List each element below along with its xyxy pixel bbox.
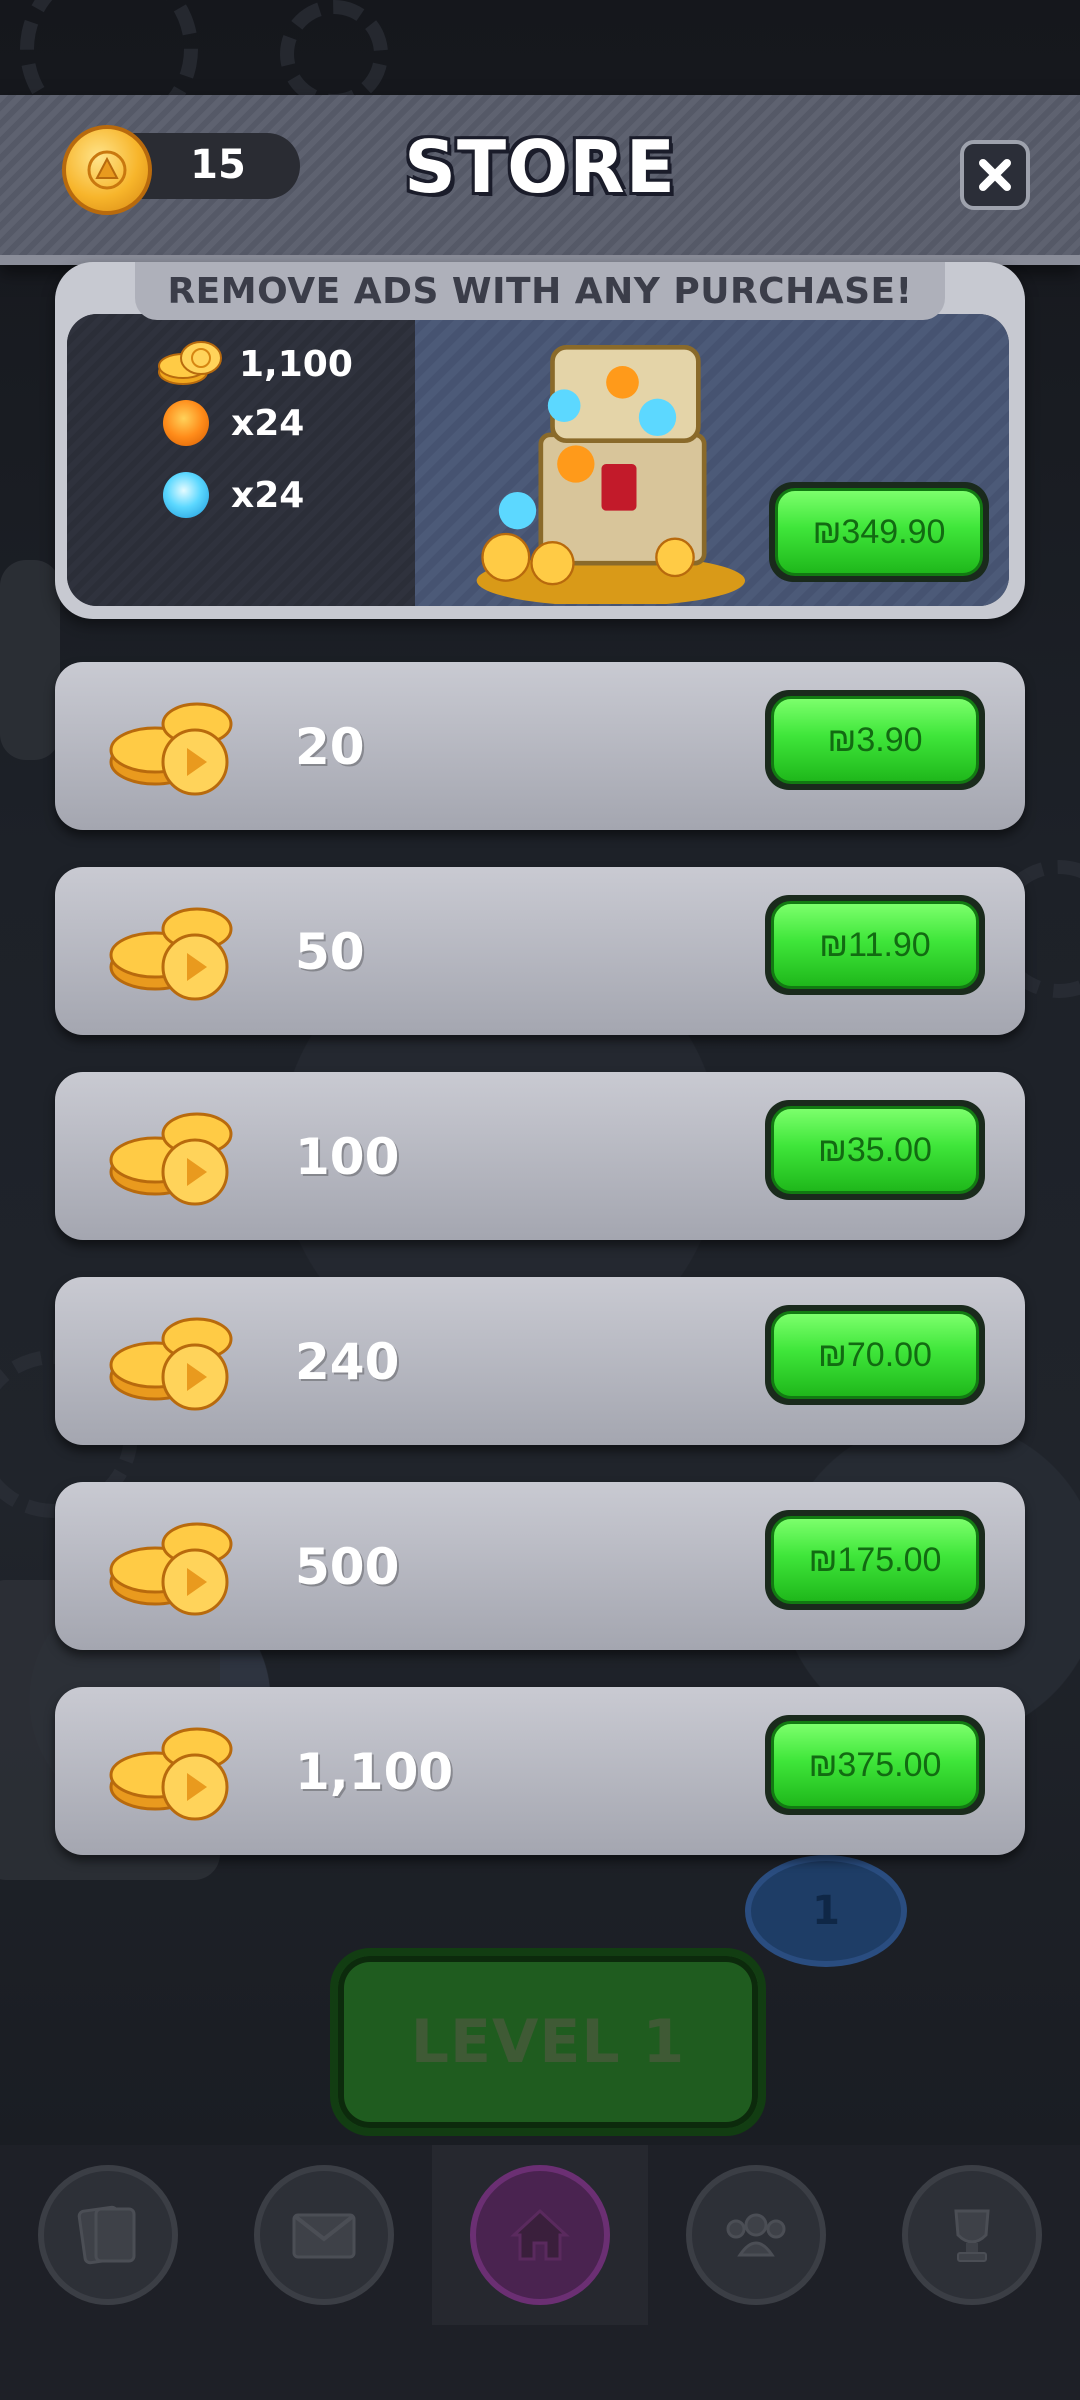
trophy-icon xyxy=(954,2209,990,2262)
bundle-item-ice-orbs: x24 xyxy=(163,472,304,518)
nav-trophy[interactable] xyxy=(864,2145,1080,2325)
coins-icon xyxy=(109,1317,233,1411)
coins-icon xyxy=(109,702,233,796)
gear-decoration xyxy=(280,0,388,108)
ice-orb-icon xyxy=(163,472,209,518)
coin-amount: 240 xyxy=(295,1333,400,1391)
fire-orb-icon xyxy=(163,400,209,446)
bundle-price-label: ₪349.90 xyxy=(775,488,983,576)
price-label: ₪375.00 xyxy=(771,1721,979,1809)
nav-team-circle xyxy=(686,2165,826,2305)
coins-icon xyxy=(109,1727,233,1821)
price-label: ₪70.00 xyxy=(771,1311,979,1399)
coin-amount: 1,100 xyxy=(295,1743,454,1801)
nav-mail[interactable] xyxy=(216,2145,432,2325)
bundle-offer-card[interactable]: 1,100 x24 x24 ₪349.90 REMOVE ADS WITH AN… xyxy=(55,262,1025,619)
home-icon xyxy=(510,2208,570,2261)
dice-decoration xyxy=(0,560,60,760)
coin-amount: 100 xyxy=(295,1128,400,1186)
coins-icon xyxy=(109,907,233,1001)
mail-icon xyxy=(292,2213,356,2259)
price-label: ₪11.90 xyxy=(771,901,979,989)
bundle-coins-value: 1,100 xyxy=(239,343,353,385)
coins-icon xyxy=(109,1112,233,1206)
close-button[interactable] xyxy=(960,140,1030,210)
team-icon xyxy=(726,2213,786,2257)
coin-offer-row[interactable]: 50 ₪11.90 xyxy=(55,867,1025,1035)
price-label: ₪175.00 xyxy=(771,1516,979,1604)
close-icon xyxy=(979,159,1011,191)
coin-offer-row[interactable]: 1,100 ₪375.00 xyxy=(55,1687,1025,1855)
buy-button[interactable]: ₪375.00 xyxy=(765,1715,985,1815)
bundle-fire-orbs-value: x24 xyxy=(231,402,305,444)
level-badge: 1 xyxy=(745,1855,907,1967)
price-label: ₪3.90 xyxy=(771,696,979,784)
bundle-content: 1,100 x24 x24 ₪349.90 xyxy=(67,314,1009,606)
bundle-item-coins: 1,100 xyxy=(155,336,353,392)
nav-mail-circle xyxy=(254,2165,394,2305)
nav-home-circle xyxy=(470,2165,610,2305)
coin-offer-row[interactable]: 500 ₪175.00 xyxy=(55,1482,1025,1650)
nav-team[interactable] xyxy=(648,2145,864,2325)
nav-cards[interactable] xyxy=(0,2145,216,2325)
nav-home[interactable] xyxy=(432,2145,648,2325)
bundle-ice-orbs-value: x24 xyxy=(231,474,305,516)
bundle-item-fire-orbs: x24 xyxy=(163,400,304,446)
treasure-chest-icon xyxy=(476,345,745,604)
bundle-contents-panel: 1,100 x24 x24 xyxy=(67,314,415,606)
coin-offer-row[interactable]: 240 ₪70.00 xyxy=(55,1277,1025,1445)
bottom-nav xyxy=(0,2145,1080,2400)
buy-button[interactable]: ₪70.00 xyxy=(765,1305,985,1405)
buy-button[interactable]: ₪11.90 xyxy=(765,895,985,995)
remove-ads-banner: REMOVE ADS WITH ANY PURCHASE! xyxy=(135,262,945,320)
level-button: LEVEL 1 xyxy=(330,1948,766,2136)
coin-amount: 500 xyxy=(295,1538,400,1596)
buy-button[interactable]: ₪3.90 xyxy=(765,690,985,790)
price-label: ₪35.00 xyxy=(771,1106,979,1194)
coin-amount: 20 xyxy=(295,718,365,776)
buy-button[interactable]: ₪175.00 xyxy=(765,1510,985,1610)
store-header: 15 STORE xyxy=(0,95,1080,265)
buy-button[interactable]: ₪35.00 xyxy=(765,1100,985,1200)
remove-ads-text: REMOVE ADS WITH ANY PURCHASE! xyxy=(167,270,913,312)
coin-offer-row[interactable]: 20 ₪3.90 xyxy=(55,662,1025,830)
coins-icon xyxy=(158,341,222,385)
page-title: STORE xyxy=(404,125,676,209)
bundle-buy-button[interactable]: ₪349.90 xyxy=(769,482,989,582)
coin-amount: 50 xyxy=(295,923,365,981)
cards-icon xyxy=(77,2205,136,2265)
coin-offer-row[interactable]: 100 ₪35.00 xyxy=(55,1072,1025,1240)
nav-trophy-circle xyxy=(902,2165,1042,2305)
bundle-image-panel: ₪349.90 xyxy=(415,314,1009,606)
nav-cards-circle xyxy=(38,2165,178,2305)
level-button-label: LEVEL 1 xyxy=(410,2007,686,2077)
coins-icon xyxy=(109,1522,233,1616)
